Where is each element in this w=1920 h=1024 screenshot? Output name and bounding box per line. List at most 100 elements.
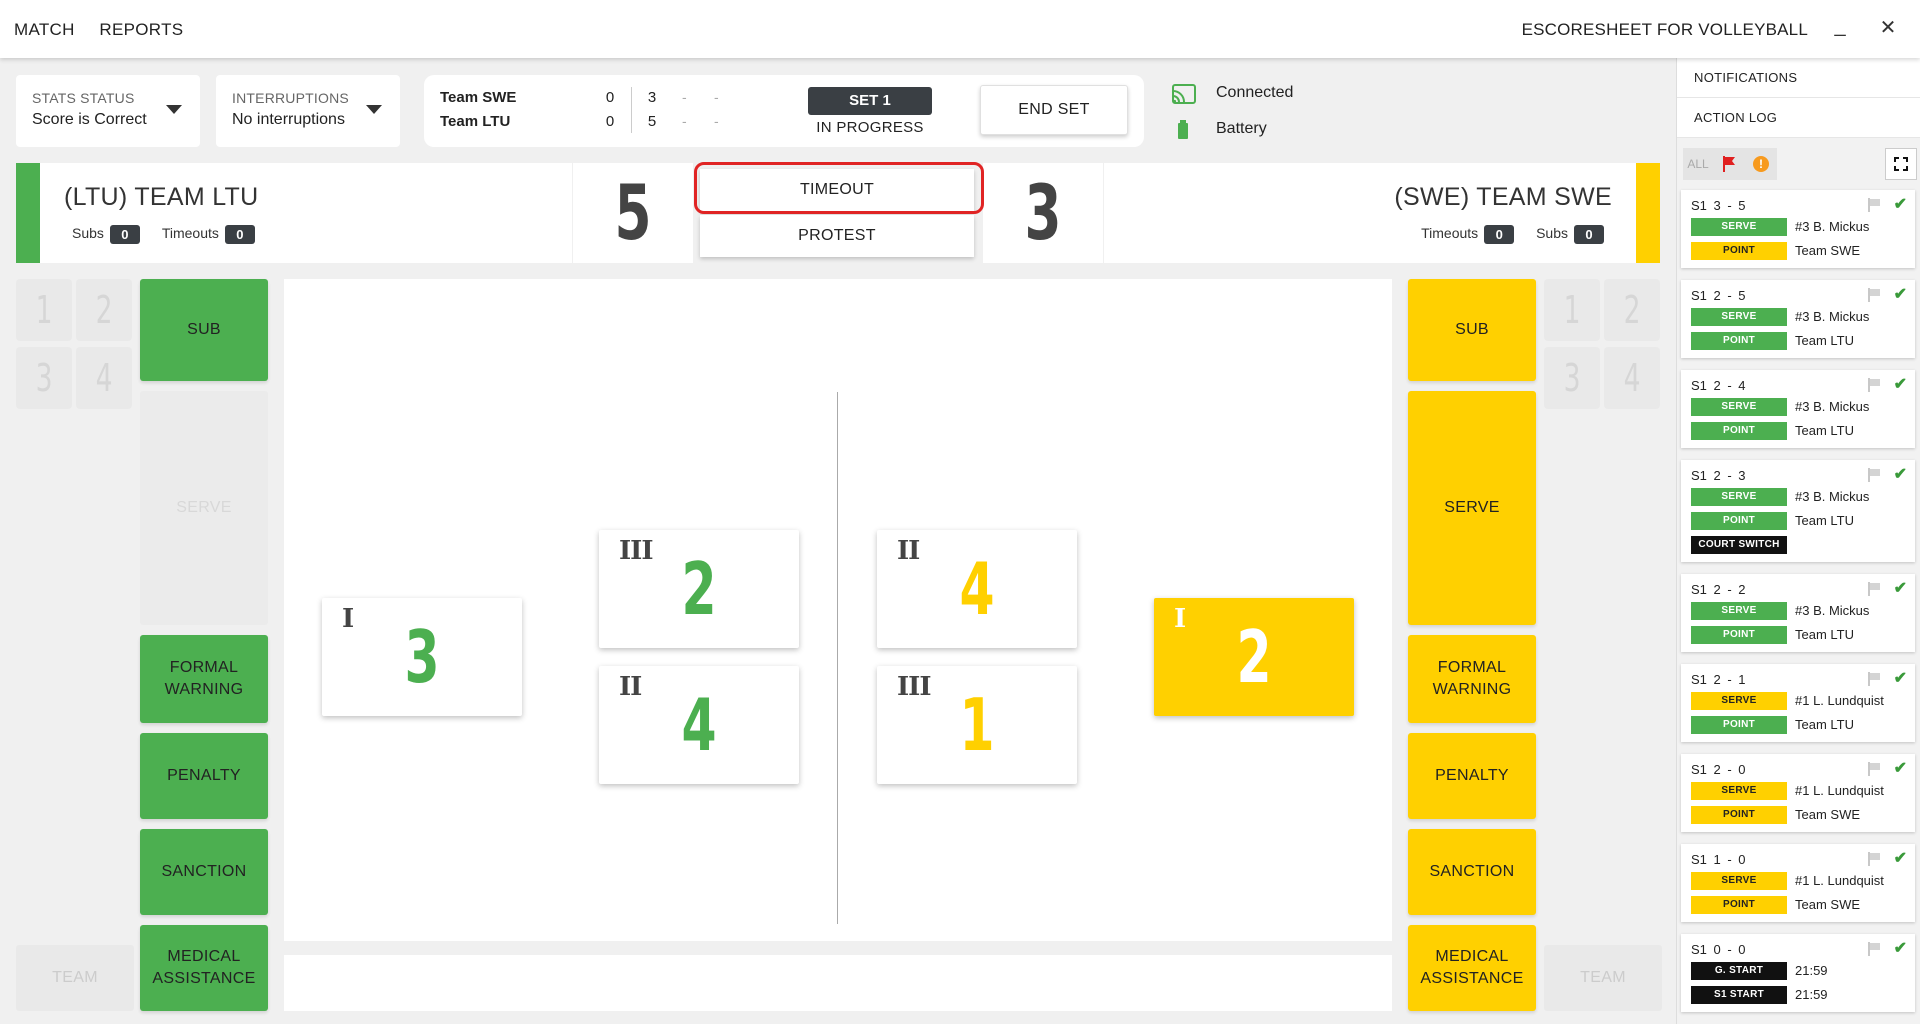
away-medical-button[interactable]: MEDICAL ASSISTANCE [1408, 925, 1536, 1011]
flag-icon[interactable] [1867, 198, 1881, 212]
home-sanction-button[interactable]: SANCTION [140, 829, 268, 915]
filter-warning-button[interactable]: ! [1745, 148, 1777, 180]
player-number-text: 2 [681, 547, 717, 631]
flag-icon[interactable] [1867, 852, 1881, 866]
away-slot-3[interactable]: 3 [1544, 347, 1600, 409]
check-icon: ✔ [1893, 196, 1907, 213]
away-player-card[interactable]: III 1 [877, 666, 1077, 784]
protest-button[interactable]: PROTEST [700, 215, 974, 257]
log-row: SERVE #1 L. Lundquist [1691, 692, 1911, 711]
home-medical-button[interactable]: MEDICAL ASSISTANCE [140, 925, 268, 1011]
timeout-button[interactable]: TIMEOUT [700, 169, 974, 211]
notifications-tab[interactable]: NOTIFICATIONS [1677, 58, 1920, 98]
log-tag: POINT [1691, 626, 1787, 644]
home-slot-1[interactable]: 1 [16, 279, 72, 341]
log-entry[interactable]: S1 2 - 4 ✔ SERVE #3 B. Mickus POINT Team LTU [1681, 370, 1915, 448]
button-label: FORMAL [169, 659, 239, 676]
home-formal-warning-button[interactable]: FORMAL WARNING [140, 635, 268, 723]
check-icon: ✔ [1893, 286, 1907, 303]
filter-flag-button[interactable] [1713, 148, 1745, 180]
log-entry[interactable]: S1 1 - 0 ✔ SERVE #1 L. Lundquist POINT Team S… [1681, 844, 1915, 922]
away-slot-2[interactable]: 2 [1604, 279, 1660, 341]
log-row-text: #3 B. Mickus [1795, 603, 1870, 618]
flag-icon[interactable] [1867, 468, 1881, 482]
set-state: IN PROGRESS [816, 119, 924, 136]
home-penalty-button[interactable]: PENALTY [140, 733, 268, 819]
log-tag: POINT [1691, 512, 1787, 530]
away-server-card[interactable]: I 2 [1154, 598, 1354, 716]
log-entry[interactable]: S1 2 - 2 ✔ SERVE #3 B. Mickus POINT Team LTU [1681, 574, 1915, 652]
flag-icon[interactable] [1867, 378, 1881, 392]
log-tag: SERVE [1691, 398, 1787, 416]
log-entry[interactable]: S1 2 - 3 ✔ SERVE #3 B. Mickus POINT Team LTU C… [1681, 460, 1915, 562]
home-slot-3[interactable]: 3 [16, 347, 72, 409]
log-filters: ALL ! [1681, 146, 1917, 182]
nav-match[interactable]: MATCH [14, 20, 75, 39]
log-row-text: 21:59 [1795, 963, 1828, 978]
away-player-card[interactable]: II 4 [877, 530, 1077, 648]
away-slot-number: 3 [1563, 356, 1581, 400]
away-sub-button[interactable]: SUB [1408, 279, 1536, 381]
close-button[interactable]: ✕ [1874, 14, 1902, 42]
log-row: SERVE #3 B. Mickus [1691, 308, 1911, 327]
away-sanction-button[interactable]: SANCTION [1408, 829, 1536, 915]
fullscreen-button[interactable] [1885, 148, 1917, 180]
check-icon: ✔ [1893, 670, 1907, 687]
flag-icon[interactable] [1867, 288, 1881, 302]
away-timeouts-count: 0 [1484, 225, 1515, 244]
set-badge: SET 1 [808, 87, 932, 115]
interruptions-select[interactable]: INTERRUPTIONS No interruptions [216, 75, 400, 147]
log-entry[interactable]: S1 2 - 0 ✔ SERVE #1 L. Lundquist POINT Team S… [1681, 754, 1915, 832]
nav-reports[interactable]: REPORTS [99, 20, 183, 39]
flag-icon[interactable] [1867, 582, 1881, 596]
home-slot-4[interactable]: 4 [76, 347, 132, 409]
home-team-stripe [16, 163, 40, 263]
action-log-tab[interactable]: ACTION LOG [1677, 98, 1920, 138]
player-number: 3 [322, 598, 522, 716]
away-serve-button[interactable]: SERVE [1408, 391, 1536, 625]
home-team-header: (LTU) TEAM LTU Subs 0 Timeouts 0 [16, 163, 572, 263]
away-formal-warning-button[interactable]: FORMAL WARNING [1408, 635, 1536, 723]
log-entry[interactable]: S1 2 - 5 ✔ SERVE #3 B. Mickus POINT Team LTU [1681, 280, 1915, 358]
scoreboard-set1: 3 [647, 89, 657, 106]
battery-text: Battery [1216, 120, 1267, 137]
away-slot-1[interactable]: 1 [1544, 279, 1600, 341]
log-row: SERVE #3 B. Mickus [1691, 398, 1911, 417]
home-serve-button[interactable]: SERVE [140, 391, 268, 625]
minimize-button[interactable]: _ [1826, 12, 1854, 40]
home-player-card[interactable]: I 3 [322, 598, 522, 716]
away-slot-number: 2 [1623, 288, 1641, 332]
flag-icon[interactable] [1867, 762, 1881, 776]
flag-icon[interactable] [1867, 672, 1881, 686]
match-area: STATS STATUS Score is Correct INTERRUPTI… [0, 58, 1676, 1024]
log-row: POINT Team SWE [1691, 242, 1911, 261]
stats-status-select[interactable]: STATS STATUS Score is Correct [16, 75, 200, 147]
home-team-name: (LTU) TEAM LTU [64, 183, 259, 211]
away-slot-4[interactable]: 4 [1604, 347, 1660, 409]
home-sub-button[interactable]: SUB [140, 279, 268, 381]
log-row-text: #3 B. Mickus [1795, 309, 1870, 324]
player-number: 4 [877, 530, 1077, 648]
flag-icon[interactable] [1867, 942, 1881, 956]
scoreboard-team-2: Team LTU [440, 113, 511, 130]
log-entry-score: S1 2 - 5 [1691, 288, 1746, 303]
log-entry-score: S1 3 - 5 [1691, 198, 1746, 213]
home-slot-2[interactable]: 2 [76, 279, 132, 341]
log-entry[interactable]: S1 2 - 1 ✔ SERVE #1 L. Lundquist POINT Team L… [1681, 664, 1915, 742]
filter-all-button[interactable]: ALL [1683, 148, 1713, 180]
home-player-card[interactable]: III 2 [599, 530, 799, 648]
check-icon: ✔ [1893, 580, 1907, 597]
home-player-card[interactable]: II 4 [599, 666, 799, 784]
log-entry-score: S1 2 - 3 [1691, 468, 1746, 483]
end-set-button[interactable]: END SET [980, 85, 1128, 135]
log-entry[interactable]: S1 3 - 5 ✔ SERVE #3 B. Mickus POINT Team SWE [1681, 190, 1915, 268]
log-entry[interactable]: S1 0 - 0 ✔ G. START 21:59 S1 START 21:59 [1681, 934, 1915, 1012]
home-team-button[interactable]: TEAM [16, 945, 134, 1011]
away-penalty-button[interactable]: PENALTY [1408, 733, 1536, 819]
log-tag: POINT [1691, 896, 1787, 914]
log-row: POINT Team SWE [1691, 806, 1911, 825]
scoreboard-divider [631, 87, 632, 133]
button-label: WARNING [164, 681, 244, 698]
away-team-button[interactable]: TEAM [1544, 945, 1662, 1011]
log-tag: POINT [1691, 716, 1787, 734]
